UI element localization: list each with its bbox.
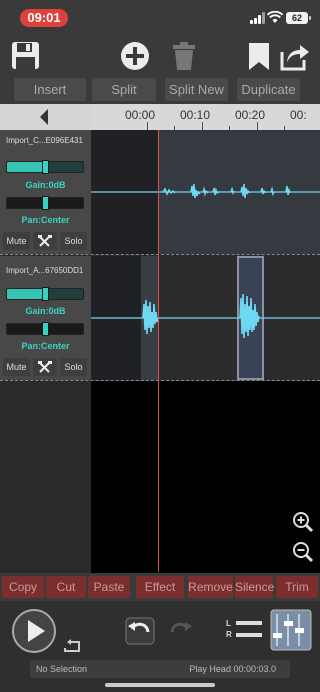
bottom-edit-bar: Copy Cut Paste Effect Remove Silence Tri… <box>0 573 320 601</box>
time-label: 00:20 <box>235 108 266 122</box>
split-button[interactable]: Split <box>92 78 156 101</box>
silence-button[interactable]: Silence <box>235 576 274 598</box>
cut-button[interactable]: Cut <box>46 576 86 598</box>
paste-button[interactable]: Paste <box>88 576 130 598</box>
duplicate-button[interactable]: Duplicate <box>237 78 300 101</box>
trim-button[interactable]: Trim <box>276 576 318 598</box>
tools-button[interactable] <box>33 358 57 376</box>
track-panel-1: Import_C...E096E431 Gain:0dB Pan:Center … <box>0 130 91 254</box>
pan-label: Pan:Center <box>21 341 70 351</box>
insert-button[interactable]: Insert <box>14 78 86 101</box>
split-new-button[interactable]: Split New <box>165 78 228 101</box>
waveform <box>91 183 320 199</box>
gain-slider[interactable] <box>6 160 84 174</box>
gain-slider[interactable] <box>6 287 84 301</box>
level-right-label: R <box>226 630 232 639</box>
track-name: Import_C...E096E431 <box>6 136 83 145</box>
battery-indicator: 62 <box>286 12 311 24</box>
empty-track-panel <box>0 381 91 573</box>
plus-circle-icon[interactable] <box>119 40 151 72</box>
gain-slider-fill <box>7 289 45 299</box>
remove-button[interactable]: Remove <box>188 576 233 598</box>
track-waveform-1[interactable] <box>91 130 320 254</box>
redo-icon[interactable] <box>165 617 195 645</box>
pan-label: Pan:Center <box>21 215 70 225</box>
mixer-icon[interactable] <box>270 609 312 651</box>
waveform <box>91 293 320 339</box>
share-icon[interactable] <box>278 40 310 72</box>
gain-label: Gain:0dB <box>25 180 66 190</box>
level-meter-right <box>236 633 262 637</box>
mute-button[interactable]: Mute <box>3 232 30 250</box>
gain-slider-knob[interactable] <box>42 160 49 174</box>
zoom-out-icon[interactable] <box>292 541 314 563</box>
track-waveform-2[interactable] <box>91 256 320 380</box>
pan-slider[interactable] <box>6 196 84 210</box>
play-head-status: Play Head 00:00:03.0 <box>189 664 276 674</box>
track-divider <box>0 254 320 255</box>
empty-track-area <box>91 381 320 573</box>
tools-icon <box>38 361 52 373</box>
gain-slider-knob[interactable] <box>42 287 49 301</box>
arrow-left-icon <box>40 109 48 125</box>
wifi-icon <box>267 11 283 23</box>
solo-button[interactable]: Solo <box>60 232 87 250</box>
play-icon[interactable] <box>10 607 58 655</box>
gain-label: Gain:0dB <box>25 306 66 316</box>
mute-button[interactable]: Mute <box>3 358 30 376</box>
cellular-signal-icon <box>250 12 265 24</box>
time-label: 00:00 <box>125 108 156 122</box>
edit-button-row: Insert Split Split New Duplicate <box>0 76 320 104</box>
status-bar-bottom: No Selection Play Head 00:00:03.0 <box>30 660 290 678</box>
solo-button[interactable]: Solo <box>60 358 87 376</box>
selection-status: No Selection <box>36 664 88 674</box>
tools-button[interactable] <box>33 232 57 250</box>
status-bar: 09:01 62 <box>0 0 320 36</box>
loop-icon[interactable] <box>62 639 82 653</box>
effect-button[interactable]: Effect <box>136 576 184 598</box>
zoom-in-icon[interactable] <box>292 511 314 533</box>
ruler-tick <box>257 122 258 130</box>
level-meter-left <box>236 621 262 625</box>
scroll-left-button[interactable] <box>0 104 91 130</box>
trash-icon[interactable] <box>168 40 200 72</box>
pan-slider-knob[interactable] <box>42 322 49 336</box>
timeline-ruler[interactable]: 00:00 00:10 00:20 00: <box>91 104 320 130</box>
pan-slider[interactable] <box>6 322 84 336</box>
time-label: 00:10 <box>180 108 211 122</box>
track-panel-2: Import_A...67650DD1 Gain:0dB Pan:Center … <box>0 256 91 380</box>
copy-button[interactable]: Copy <box>2 576 44 598</box>
time-label: 00: <box>290 108 307 122</box>
tools-icon <box>38 235 52 247</box>
bookmark-icon[interactable] <box>243 40 275 72</box>
playhead[interactable] <box>158 130 159 572</box>
top-toolbar <box>0 36 320 76</box>
level-left-label: L <box>226 619 231 628</box>
gain-slider-fill <box>7 162 45 172</box>
ruler-tick <box>202 122 203 130</box>
undo-icon[interactable] <box>125 617 155 645</box>
home-indicator[interactable] <box>105 683 215 687</box>
ruler-tick <box>147 122 148 130</box>
transport-bar: L R <box>0 601 320 692</box>
floppy-disk-icon[interactable] <box>10 40 42 72</box>
track-name: Import_A...67650DD1 <box>6 266 84 275</box>
pan-slider-knob[interactable] <box>42 196 49 210</box>
status-time: 09:01 <box>20 9 68 27</box>
